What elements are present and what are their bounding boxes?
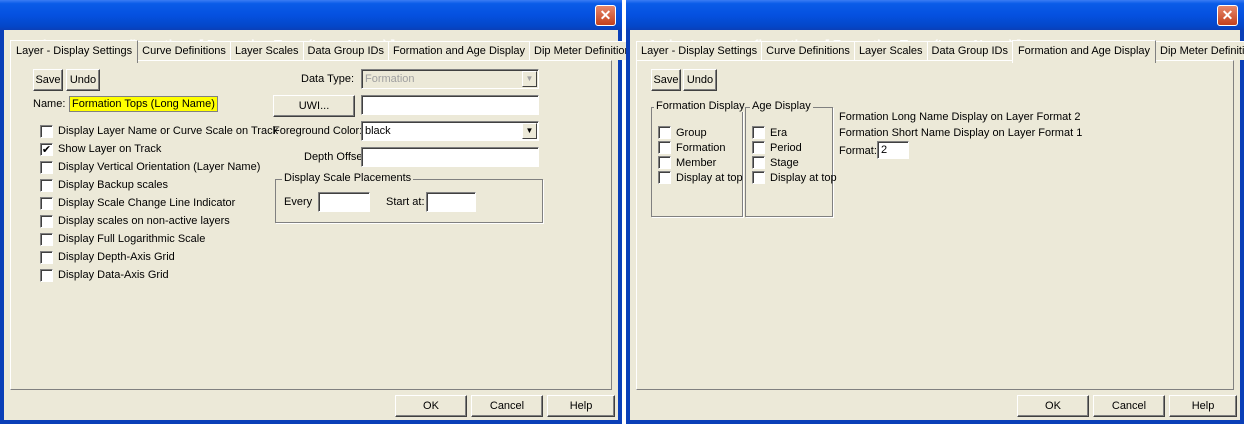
formation-checkbox[interactable] <box>658 141 671 154</box>
formation-label: Formation <box>676 142 726 154</box>
formation-display-group: Formation Display Group Formation Member… <box>651 100 747 217</box>
period-label: Period <box>770 142 802 154</box>
cancel-button[interactable]: Cancel <box>1093 395 1165 417</box>
left-dialog-window: Active Layer Configuration [ Formation T… <box>0 0 642 424</box>
name-label: Name: <box>33 98 66 110</box>
age-display-group: Age Display Era Period Stage Display at … <box>745 100 837 217</box>
show-layer-on-track-checkbox[interactable]: ✔ <box>40 143 53 156</box>
foreground-color-label: Foreground Color: <box>273 125 363 137</box>
help-button[interactable]: Help <box>547 395 615 417</box>
foreground-color-value: black <box>365 125 391 137</box>
ok-button[interactable]: OK <box>1017 395 1089 417</box>
cancel-button[interactable]: Cancel <box>471 395 543 417</box>
left-title-bar[interactable]: Active Layer Configuration [ Formation T… <box>0 0 622 52</box>
start-at-field[interactable] <box>426 192 476 212</box>
right-tab-strip: Layer - Display Settings Curve Definition… <box>636 38 1244 63</box>
member-checkbox[interactable] <box>658 156 671 169</box>
left-tab-panel: Save Undo Name: Formation Tops (Long Nam… <box>10 60 612 390</box>
age-display-at-top-label: Display at top <box>770 172 837 184</box>
tab-data-group-ids[interactable]: Data Group IDs <box>302 41 389 60</box>
depth-offset-label: Depth Offset: <box>304 151 369 163</box>
tab-formation-and-age-display[interactable]: Formation and Age Display <box>387 41 531 60</box>
long-name-info-text: Formation Long Name Display on Layer For… <box>839 111 1081 123</box>
age-display-at-top-checkbox[interactable] <box>752 171 765 184</box>
stage-label: Stage <box>770 157 799 169</box>
data-axis-grid-label: Display Data-Axis Grid <box>58 269 169 281</box>
formation-display-at-top-checkbox[interactable] <box>658 171 671 184</box>
member-label: Member <box>676 157 717 169</box>
foreground-color-select[interactable]: black ▼ <box>361 121 539 141</box>
close-icon[interactable]: ✕ <box>1217 5 1238 26</box>
scale-change-line-label: Display Scale Change Line Indicator <box>58 197 236 209</box>
close-icon[interactable]: ✕ <box>595 5 616 26</box>
save-button[interactable]: Save <box>33 69 63 91</box>
vertical-orientation-checkbox[interactable] <box>40 161 53 174</box>
tab-layer-display-settings[interactable]: Layer - Display Settings <box>10 40 139 63</box>
name-field[interactable]: Formation Tops (Long Name) <box>69 96 218 112</box>
save-button[interactable]: Save <box>651 69 681 91</box>
depth-axis-grid-checkbox[interactable] <box>40 251 53 264</box>
non-active-scales-label: Display scales on non-active layers <box>58 215 230 227</box>
chevron-down-icon[interactable]: ▼ <box>522 123 537 139</box>
right-dialog-window: Active Layer Configuration [ Formation T… <box>626 0 1244 424</box>
era-label: Era <box>770 127 788 139</box>
format-label: Format: <box>839 145 877 157</box>
show-layer-on-track-label: Show Layer on Track <box>58 143 162 155</box>
tab-layer-display-settings[interactable]: Layer - Display Settings <box>636 41 763 60</box>
short-name-info-text: Formation Short Name Display on Layer Fo… <box>839 127 1083 139</box>
every-label: Every <box>284 196 313 208</box>
tab-formation-and-age-display[interactable]: Formation and Age Display <box>1011 40 1157 63</box>
every-field[interactable] <box>318 192 370 212</box>
group-checkbox[interactable] <box>658 126 671 139</box>
display-layer-name-checkbox[interactable] <box>40 125 53 138</box>
uwi-field[interactable] <box>361 95 539 115</box>
tab-curve-definitions[interactable]: Curve Definitions <box>137 41 231 60</box>
tab-dip-meter-definitions[interactable]: Dip Meter Definitions <box>529 41 642 60</box>
format-field[interactable]: 2 <box>877 141 909 159</box>
tab-layer-scales[interactable]: Layer Scales <box>229 41 304 60</box>
backup-scales-label: Display Backup scales <box>58 179 169 191</box>
display-scale-placements-group: Display Scale Placements Every Start at: <box>275 172 543 223</box>
data-type-select[interactable]: Formation ▼ <box>361 69 539 89</box>
ok-button[interactable]: OK <box>395 395 467 417</box>
depth-offset-field[interactable] <box>361 147 539 167</box>
display-scale-placements-title: Display Scale Placements <box>282 172 414 184</box>
undo-button[interactable]: Undo <box>66 69 100 91</box>
display-layer-name-label: Display Layer Name or Curve Scale on Tra… <box>58 125 279 137</box>
formation-display-at-top-label: Display at top <box>676 172 743 184</box>
uwi-button[interactable]: UWI... <box>273 95 355 117</box>
group-label: Group <box>676 127 707 139</box>
data-axis-grid-checkbox[interactable] <box>40 269 53 282</box>
backup-scales-checkbox[interactable] <box>40 179 53 192</box>
tab-layer-scales[interactable]: Layer Scales <box>853 41 928 60</box>
non-active-scales-checkbox[interactable] <box>40 215 53 228</box>
start-at-label: Start at: <box>386 196 425 208</box>
scale-change-line-checkbox[interactable] <box>40 197 53 210</box>
vertical-orientation-label: Display Vertical Orientation (Layer Name… <box>58 161 261 173</box>
formation-display-title: Formation Display <box>654 100 747 112</box>
full-log-scale-checkbox[interactable] <box>40 233 53 246</box>
data-type-label: Data Type: <box>301 73 354 85</box>
full-log-scale-label: Display Full Logarithmic Scale <box>58 233 206 245</box>
chevron-down-icon[interactable]: ▼ <box>522 71 537 87</box>
tab-data-group-ids[interactable]: Data Group IDs <box>926 41 1013 60</box>
era-checkbox[interactable] <box>752 126 765 139</box>
tab-curve-definitions[interactable]: Curve Definitions <box>761 41 855 60</box>
stage-checkbox[interactable] <box>752 156 765 169</box>
data-type-value: Formation <box>365 73 415 85</box>
depth-axis-grid-label: Display Depth-Axis Grid <box>58 251 175 263</box>
period-checkbox[interactable] <box>752 141 765 154</box>
undo-button[interactable]: Undo <box>683 69 717 91</box>
right-title-bar[interactable]: Active Layer Configuration [ Formation T… <box>626 0 1244 52</box>
tab-dip-meter-definitions[interactable]: Dip Meter Definitions <box>1155 41 1244 60</box>
help-button[interactable]: Help <box>1169 395 1237 417</box>
age-display-title: Age Display <box>750 100 813 112</box>
right-tab-panel: Save Undo Formation Display Group Format… <box>636 60 1234 390</box>
left-tab-strip: Layer - Display Settings Curve Definition… <box>10 38 642 63</box>
